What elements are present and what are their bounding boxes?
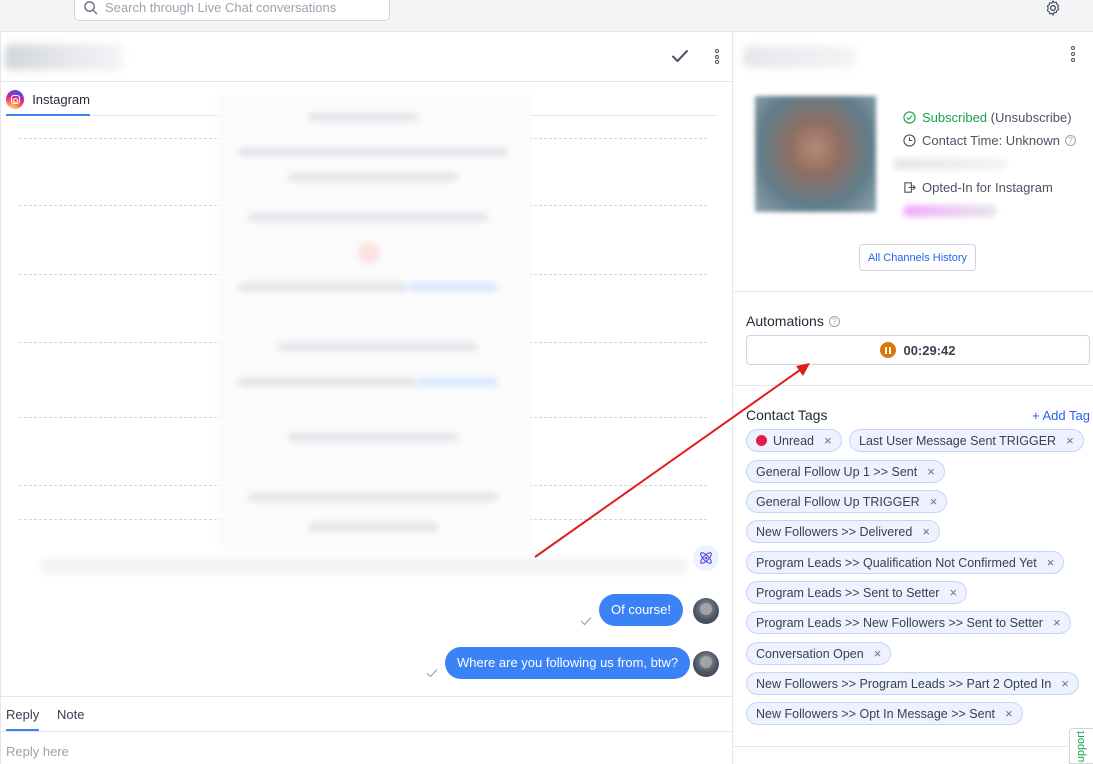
tag-label: General Follow Up TRIGGER bbox=[756, 494, 920, 509]
contact-photo bbox=[755, 96, 876, 212]
outgoing-message: Of course! bbox=[599, 594, 683, 626]
tag-chip[interactable]: Unread × bbox=[746, 429, 842, 452]
blurred-detail bbox=[903, 205, 997, 217]
top-bar bbox=[0, 0, 1093, 32]
tab-reply[interactable]: Reply bbox=[6, 707, 40, 731]
tag-label: New Followers >> Opt In Message >> Sent bbox=[756, 706, 996, 721]
tag-label: New Followers >> Program Leads >> Part 2… bbox=[756, 676, 1052, 691]
reply-input[interactable] bbox=[6, 744, 706, 759]
search-icon bbox=[84, 1, 98, 15]
tag-chip[interactable]: General Follow Up 1 >> Sent × bbox=[746, 460, 945, 483]
remove-tag-icon[interactable]: × bbox=[927, 464, 935, 479]
remove-tag-icon[interactable]: × bbox=[1047, 555, 1055, 570]
blurred-detail bbox=[893, 158, 1007, 170]
outgoing-message: Where are you following us from, btw? bbox=[445, 647, 691, 679]
instagram-icon bbox=[6, 90, 25, 109]
pause-icon bbox=[880, 342, 897, 358]
blurred-preview-line bbox=[39, 558, 689, 574]
automations-heading: Automations ? bbox=[746, 313, 840, 329]
remove-tag-icon[interactable]: × bbox=[874, 646, 882, 661]
tag-label: Program Leads >> Sent to Setter bbox=[756, 585, 940, 600]
tag-label: Program Leads >> New Followers >> Sent t… bbox=[756, 615, 1043, 630]
contact-name-blurred bbox=[743, 46, 855, 68]
chat-header bbox=[1, 32, 733, 82]
tag-chip[interactable]: Program Leads >> New Followers >> Sent t… bbox=[746, 611, 1071, 634]
remove-tag-icon[interactable]: × bbox=[949, 585, 957, 600]
blurred-message-history bbox=[218, 92, 531, 550]
tag-label: New Followers >> Delivered bbox=[756, 524, 913, 539]
tag-label: General Follow Up 1 >> Sent bbox=[756, 464, 918, 479]
gear-icon[interactable] bbox=[1044, 0, 1062, 17]
support-tab[interactable]: Support bbox=[1069, 728, 1093, 764]
tag-chip[interactable]: Program Leads >> Qualification Not Confi… bbox=[746, 551, 1065, 574]
tag-chip[interactable]: New Followers >> Delivered × bbox=[746, 520, 940, 543]
remove-tag-icon[interactable]: × bbox=[1053, 615, 1061, 630]
subscription-status: Subscribed (Unsubscribe) bbox=[903, 110, 1072, 125]
opt-in-status: Opted-In for Instagram bbox=[903, 180, 1053, 195]
tab-note[interactable]: Note bbox=[57, 707, 84, 722]
tag-chip[interactable]: Last User Message Sent TRIGGER × bbox=[849, 429, 1084, 452]
all-channels-history-button[interactable]: All Channels History bbox=[859, 244, 976, 271]
ai-assist-button[interactable] bbox=[693, 545, 719, 571]
avatar bbox=[693, 598, 719, 624]
tag-chip[interactable]: Conversation Open × bbox=[746, 642, 892, 665]
tag-label: Conversation Open bbox=[756, 646, 864, 661]
section-divider bbox=[733, 291, 1093, 292]
delivered-check-icon bbox=[426, 669, 438, 678]
chat-panel: Instagram Of course! Where are you follo… bbox=[0, 32, 733, 764]
tag-chip[interactable]: General Follow Up TRIGGER × bbox=[746, 490, 948, 513]
help-icon[interactable]: ? bbox=[1065, 135, 1077, 146]
add-tag-button[interactable]: + Add Tag bbox=[1032, 408, 1090, 423]
remove-tag-icon[interactable]: × bbox=[1066, 433, 1074, 448]
tag-label: Last User Message Sent TRIGGER bbox=[859, 433, 1057, 448]
contact-details-panel: Subscribed (Unsubscribe) Contact Time: U… bbox=[733, 32, 1093, 764]
remove-tag-icon[interactable]: × bbox=[824, 433, 832, 448]
support-label: Support bbox=[1075, 731, 1087, 764]
atom-icon bbox=[700, 552, 712, 564]
clock-icon bbox=[903, 134, 916, 147]
search-box[interactable] bbox=[74, 0, 390, 21]
contact-tags-heading: Contact Tags bbox=[746, 407, 827, 423]
contact-name-blurred bbox=[5, 44, 123, 70]
timer-value: 00:29:42 bbox=[903, 342, 956, 358]
opt-in-icon bbox=[904, 182, 916, 193]
subscribed-label: Subscribed bbox=[922, 110, 988, 125]
remove-tag-icon[interactable]: × bbox=[930, 494, 938, 509]
avatar bbox=[693, 651, 719, 677]
tag-chip[interactable]: Program Leads >> Sent to Setter × bbox=[746, 581, 968, 604]
remove-tag-icon[interactable]: × bbox=[1061, 676, 1069, 691]
check-circle-icon bbox=[903, 111, 916, 124]
contact-time: Contact Time: Unknown ? bbox=[903, 133, 1077, 148]
mark-done-icon[interactable] bbox=[671, 48, 689, 64]
more-options-icon[interactable] bbox=[1070, 46, 1076, 62]
contact-tags-title: Contact Tags bbox=[746, 407, 828, 423]
remove-tag-icon[interactable]: × bbox=[922, 524, 930, 539]
delivered-check-icon bbox=[580, 617, 592, 626]
opt-in-label: Opted-In for Instagram bbox=[922, 180, 1053, 195]
automations-title: Automations bbox=[746, 313, 824, 329]
unsubscribe-link[interactable]: (Unsubscribe) bbox=[991, 110, 1072, 125]
section-divider bbox=[733, 385, 1093, 386]
more-options-icon[interactable] bbox=[714, 49, 720, 64]
tag-chip[interactable]: New Followers >> Opt In Message >> Sent … bbox=[746, 702, 1023, 725]
unread-dot-icon bbox=[756, 435, 767, 446]
message-bubble: Where are you following us from, btw? bbox=[445, 647, 691, 679]
message-bubble: Of course! bbox=[599, 594, 683, 626]
search-input[interactable] bbox=[105, 0, 385, 15]
automation-timer[interactable]: 00:29:42 bbox=[746, 335, 1090, 365]
tag-label: Unread bbox=[773, 433, 814, 448]
contact-time-label: Contact Time: Unknown bbox=[922, 133, 1061, 148]
help-icon[interactable]: ? bbox=[828, 315, 840, 327]
remove-tag-icon[interactable]: × bbox=[1005, 706, 1013, 721]
tag-chip[interactable]: New Followers >> Program Leads >> Part 2… bbox=[746, 672, 1079, 695]
tab-instagram[interactable]: Instagram bbox=[6, 90, 90, 116]
section-divider bbox=[733, 746, 1093, 747]
composer-tabs: Reply Note bbox=[1, 696, 733, 732]
tag-label: Program Leads >> Qualification Not Confi… bbox=[756, 555, 1037, 570]
channel-label: Instagram bbox=[32, 92, 90, 107]
